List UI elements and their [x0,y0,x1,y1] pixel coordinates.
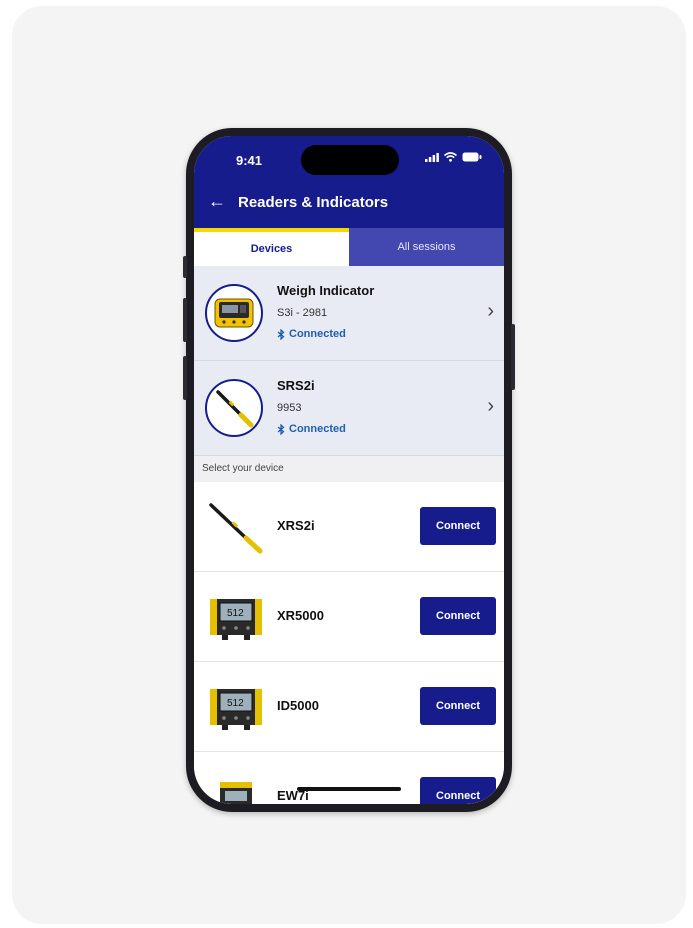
connect-button[interactable]: Connect [420,777,496,804]
paired-device-srs2i[interactable]: SRS2i 9953 Connected › [194,361,504,456]
tab-devices[interactable]: Devices [194,228,349,266]
tab-all-sessions[interactable]: All sessions [349,228,504,266]
paired-device-weigh-indicator[interactable]: Weigh Indicator S3i - 2981 Connected › [194,266,504,361]
chevron-right-icon: › [487,395,494,417]
connection-status: Connected [277,423,346,435]
bluetooth-icon [277,423,285,435]
battery-icon [462,152,482,162]
device-row-id5000: 512 ID5000 Connect [194,662,504,752]
status-icons [425,152,482,162]
phone-screen: 9:41 ← Readers & Indicators Devices All … [194,136,504,804]
connect-button[interactable]: Connect [420,687,496,725]
indicator-icon: 512 [210,689,262,730]
signal-icon [425,152,439,162]
device-row-ew7i: EW7i Connect [194,752,504,804]
side-button [183,298,187,342]
connect-button[interactable]: Connect [420,597,496,635]
connection-status: Connected [277,328,346,340]
device-name: SRS2i [277,378,315,393]
section-label: Select your device [194,456,504,482]
device-serial: 9953 [277,402,302,414]
wand-reader-icon [205,379,263,437]
app-header: 9:41 ← Readers & Indicators [194,136,504,228]
status-time: 9:41 [236,153,263,168]
indicator-screen-text: 512 [227,698,244,709]
connect-button[interactable]: Connect [420,507,496,545]
dynamic-island [301,145,399,175]
side-button [183,256,187,278]
page-title: Readers & Indicators [238,194,389,211]
wand-reader-icon [209,503,263,554]
indicator-screen-text: 512 [227,608,244,619]
indicator-icon: 512 [210,599,262,640]
device-name: XR5000 [277,608,324,623]
device-row-xr5000: 512 XR5000 Connect [194,572,504,662]
device-name: ID5000 [277,698,319,713]
device-row-xrs2i: XRS2i Connect [194,482,504,572]
connection-status-label: Connected [289,328,346,340]
bluetooth-icon [277,328,285,340]
indicator-icon [220,782,252,804]
weigh-indicator-icon [205,284,263,342]
device-serial: S3i - 2981 [277,307,328,319]
device-name: XRS2i [277,518,315,533]
phone-frame: 9:41 ← Readers & Indicators Devices All … [183,128,515,812]
chevron-right-icon: › [487,300,494,322]
device-name: Weigh Indicator [277,283,375,298]
tab-bar: Devices All sessions [194,228,504,266]
wifi-icon [444,152,457,162]
side-button [511,324,515,390]
side-button [183,356,187,400]
home-indicator [297,787,401,791]
back-arrow-icon[interactable]: ← [208,191,226,211]
connection-status-label: Connected [289,423,346,435]
